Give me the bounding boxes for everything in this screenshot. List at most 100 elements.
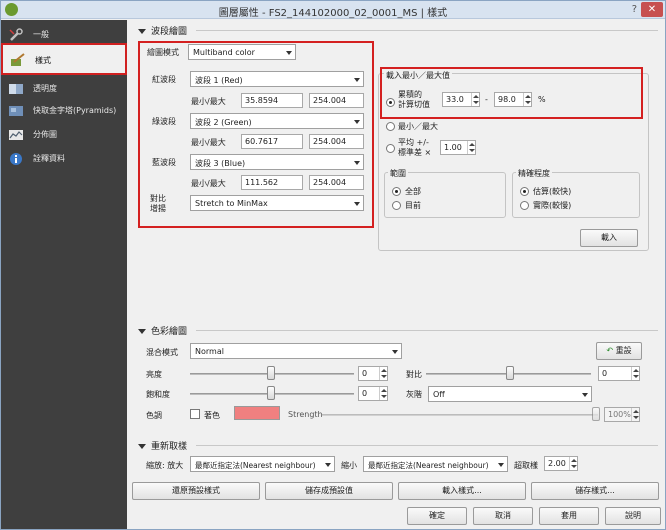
stddev-spinbox[interactable]: 1.00 [440, 140, 476, 155]
section-divider [196, 30, 658, 31]
pyramid-icon [9, 106, 23, 116]
grayscale-label: 灰階 [406, 390, 422, 399]
red-minmax-label: 最小/最大 [191, 97, 226, 106]
extent-current-label: 目前 [405, 201, 421, 210]
undo-icon: ↶ [606, 346, 614, 355]
oversampling-spinbox[interactable]: 2.00 [544, 456, 578, 471]
accuracy-actual-radio[interactable] [520, 201, 529, 210]
extent-current-radio[interactable] [392, 201, 401, 210]
color-render-section-header[interactable]: 色彩繪圖 [138, 324, 187, 337]
green-max-input[interactable]: 254.004 [309, 134, 364, 149]
oversampling-label: 超取樣 [514, 461, 538, 470]
accuracy-title: 精確程度 [516, 168, 552, 179]
help-dialog-button[interactable]: 說明 [605, 507, 661, 525]
collapse-triangle-icon [138, 29, 146, 34]
accuracy-estimate-radio[interactable] [520, 187, 529, 196]
blue-min-input[interactable]: 111.562 [241, 175, 303, 190]
saturation-slider[interactable] [267, 386, 275, 400]
render-type-label: 繪圖模式 [147, 48, 179, 57]
colorize-color-button[interactable] [234, 406, 280, 420]
zoomin-resampling-select[interactable]: 最鄰近指定法(Nearest neighbour) [190, 456, 335, 472]
red-band-select[interactable]: 波段 1 (Red) [190, 71, 364, 87]
green-band-label: 綠波段 [152, 117, 176, 126]
extent-title: 範圍 [388, 168, 408, 179]
strength-label: Strength [288, 410, 323, 419]
title-bar: 圖層屬性 - FS2_144102000_02_0001_MS | 樣式 ? ✕ [1, 1, 665, 19]
sidebar-item-label: 詮釋資料 [33, 154, 65, 163]
sidebar-item-label: 快取金字塔(Pyramids) [33, 106, 117, 115]
band-render-section-header[interactable]: 波段繪圖 [138, 24, 187, 37]
section-divider [196, 330, 658, 331]
collapse-triangle-icon [138, 329, 146, 334]
blue-band-select[interactable]: 波段 3 (Blue) [190, 154, 364, 170]
minmax-radio[interactable] [386, 122, 395, 131]
extent-full-radio[interactable] [392, 187, 401, 196]
sidebar-item-style[interactable]: 樣式 [1, 43, 127, 75]
sidebar-item-histogram[interactable]: 分佈圖 [1, 124, 127, 146]
load-style-button[interactable]: 載入樣式... [398, 482, 526, 500]
help-button[interactable]: ? [632, 4, 637, 15]
render-type-select[interactable]: Multiband color [188, 44, 296, 60]
red-max-input[interactable]: 254.004 [309, 93, 364, 108]
saturation-label: 飽和度 [146, 390, 170, 399]
restore-default-style-button[interactable]: 還原預設樣式 [132, 482, 260, 500]
cancel-button[interactable]: 取消 [473, 507, 533, 525]
section-divider [196, 445, 658, 446]
grayscale-select[interactable]: Off [428, 386, 592, 402]
paintbrush-icon [11, 53, 25, 66]
zoomout-resampling-select[interactable]: 最鄰近指定法(Nearest neighbour) [363, 456, 508, 472]
save-as-default-button[interactable]: 儲存成預設值 [265, 482, 393, 500]
ok-button[interactable]: 確定 [407, 507, 467, 525]
strength-slider[interactable] [592, 407, 600, 421]
brightness-slider[interactable] [267, 366, 275, 380]
sidebar-item-label: 透明度 [33, 84, 57, 93]
cumulative-from-spinbox[interactable]: 33.0 [442, 92, 480, 107]
accuracy-estimate-label: 估算(較快) [533, 187, 572, 196]
green-min-input[interactable]: 60.7617 [241, 134, 303, 149]
save-style-button[interactable]: 儲存樣式... [531, 482, 659, 500]
sidebar-item-label: 一般 [33, 30, 49, 39]
blue-minmax-label: 最小/最大 [191, 179, 226, 188]
percent-sign: % [538, 95, 546, 104]
red-min-input[interactable]: 35.8594 [241, 93, 303, 108]
close-button[interactable]: ✕ [641, 2, 663, 17]
transparency-icon [9, 84, 23, 94]
cumulative-label-2: 計算切值 [398, 100, 430, 109]
sidebar: 一般 樣式 透明度 快取金字塔(Pyramids) 分佈圖 詮釋資料 [1, 20, 127, 529]
apply-button[interactable]: 套用 [539, 507, 599, 525]
blend-mode-label: 混合模式 [146, 348, 178, 357]
window-title: 圖層屬性 - FS2_144102000_02_0001_MS | 樣式 [218, 8, 448, 19]
cumulative-cut-radio[interactable] [386, 98, 395, 107]
colorize-checkbox[interactable] [190, 409, 200, 419]
cumulative-to-spinbox[interactable]: 98.0 [494, 92, 532, 107]
contrast-enhance-select[interactable]: Stretch to MinMax [190, 195, 364, 211]
green-minmax-label: 最小/最大 [191, 138, 226, 147]
resampling-section-header[interactable]: 重新取樣 [138, 439, 187, 452]
stddev-radio[interactable] [386, 144, 395, 153]
brightness-spinbox[interactable]: 0 [358, 366, 388, 381]
sidebar-item-metadata[interactable]: 詮釋資料 [1, 148, 127, 170]
contrast-spinbox[interactable]: 0 [598, 366, 640, 381]
collapse-triangle-icon [138, 444, 146, 449]
zoomin-label: 縮放: 放大 [146, 461, 184, 470]
blue-max-input[interactable]: 254.004 [309, 175, 364, 190]
sidebar-item-pyramids[interactable]: 快取金字塔(Pyramids) [1, 100, 127, 122]
red-band-label: 紅波段 [152, 75, 176, 84]
strength-spinbox[interactable]: 100% [604, 407, 640, 422]
load-button[interactable]: 載入 [580, 229, 638, 247]
colorize-label: 著色 [204, 411, 220, 420]
reset-button[interactable]: ↶ 重設 [596, 342, 642, 360]
sidebar-item-transparency[interactable]: 透明度 [1, 78, 127, 100]
band-render-title: 波段繪圖 [151, 27, 188, 37]
green-band-select[interactable]: 波段 2 (Green) [190, 113, 364, 129]
blend-mode-select[interactable]: Normal [190, 343, 402, 359]
hue-label: 色調 [146, 411, 162, 420]
sidebar-item-label: 樣式 [35, 56, 51, 65]
stddev-label-2: 標準差 × [398, 148, 432, 157]
strength-slider-track [322, 414, 598, 416]
zoomout-label: 縮小 [341, 461, 357, 470]
saturation-spinbox[interactable]: 0 [358, 386, 388, 401]
resampling-title: 重新取樣 [151, 442, 188, 452]
contrast-slider[interactable] [506, 366, 514, 380]
range-dash: - [485, 95, 488, 104]
